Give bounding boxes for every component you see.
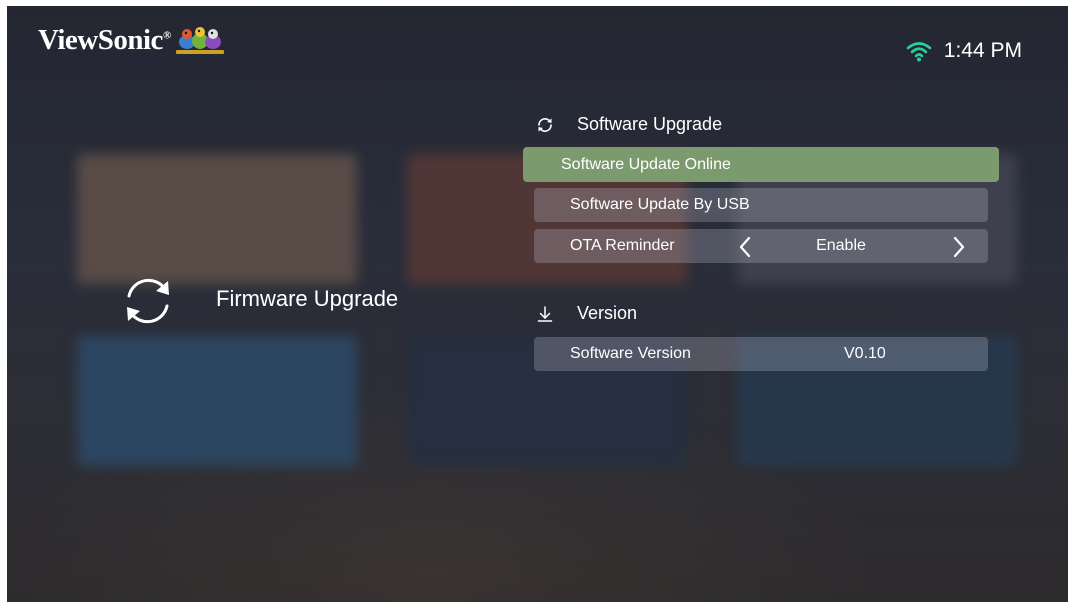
wifi-icon bbox=[906, 42, 932, 62]
software-version-item[interactable]: Software Version V0.10 bbox=[534, 337, 988, 371]
ota-reminder-value: Enable bbox=[816, 237, 866, 254]
download-arrow-icon bbox=[537, 305, 553, 322]
birds-logo-icon bbox=[175, 26, 224, 54]
ota-reminder-label: OTA Reminder bbox=[570, 237, 675, 254]
software-update-online-item[interactable]: Software Update Online bbox=[523, 147, 999, 182]
software-version-value: V0.10 bbox=[844, 345, 886, 362]
clock: 1:44 PM bbox=[943, 39, 1022, 62]
viewsonic-logo: ViewSonic® bbox=[38, 24, 225, 57]
sync-icon bbox=[127, 278, 169, 324]
chevron-right-icon[interactable] bbox=[952, 236, 966, 258]
refresh-icon bbox=[538, 117, 552, 132]
section-heading: Version bbox=[577, 303, 638, 323]
menu-item-label: Software Update By USB bbox=[570, 196, 750, 213]
chevron-left-icon[interactable] bbox=[738, 236, 752, 258]
projector-screen: ViewSonic® 1:44 PM Firmware Upgrade Soft… bbox=[7, 6, 1068, 602]
page-title: Firmware Upgrade bbox=[216, 286, 399, 311]
ota-reminder-item[interactable]: OTA Reminder Enable bbox=[534, 229, 988, 263]
status-bar: 1:44 PM bbox=[906, 39, 1022, 63]
section-heading: Software Upgrade bbox=[577, 114, 723, 134]
software-update-by-usb-item[interactable]: Software Update By USB bbox=[534, 188, 988, 222]
section-software-upgrade: Software Upgrade bbox=[536, 114, 722, 135]
menu-item-label: Software Update Online bbox=[561, 155, 731, 173]
section-version: Version bbox=[536, 303, 637, 324]
software-version-label: Software Version bbox=[570, 345, 691, 362]
logo-text: ViewSonic® bbox=[38, 24, 171, 56]
